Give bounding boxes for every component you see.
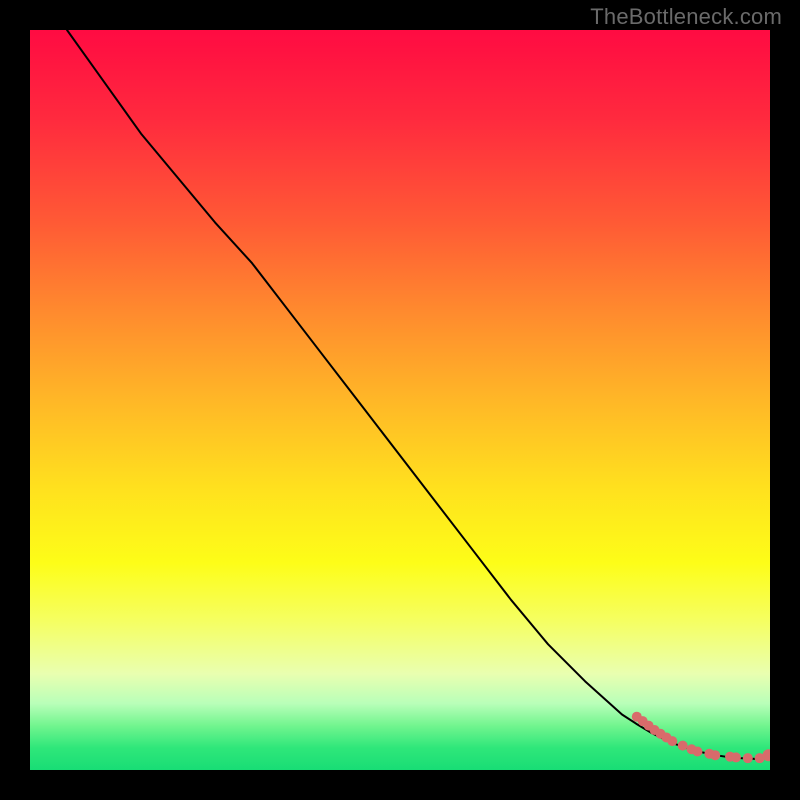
chart-svg (30, 30, 770, 770)
data-point (731, 752, 741, 762)
data-point (743, 753, 753, 763)
data-point (710, 750, 720, 760)
bottleneck-curve (67, 30, 770, 759)
data-point (678, 741, 688, 751)
data-point (692, 747, 702, 757)
data-point (667, 736, 677, 746)
watermark-text: TheBottleneck.com (590, 4, 782, 30)
curve-layer (67, 30, 770, 759)
plot-area (30, 30, 770, 770)
points-layer (632, 712, 770, 763)
chart-frame: TheBottleneck.com (0, 0, 800, 800)
